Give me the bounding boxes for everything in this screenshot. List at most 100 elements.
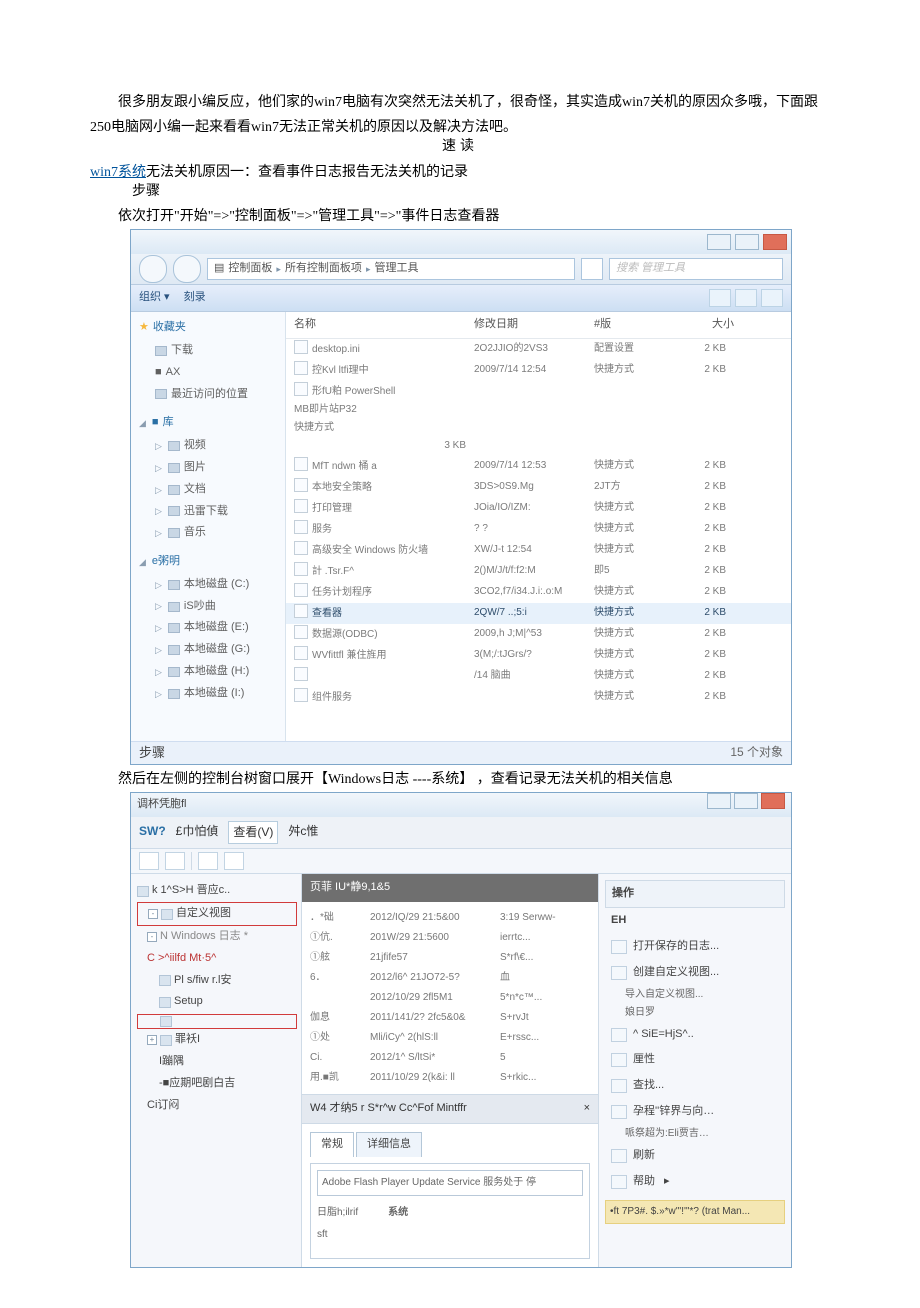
sidebar-drive[interactable]: ▷本地磁盘 (E:) <box>137 617 285 639</box>
toolbar-icon[interactable] <box>224 852 244 870</box>
close-icon[interactable]: × <box>584 1099 590 1119</box>
tree-item[interactable]: Ci订闷 <box>137 1095 297 1117</box>
menu-view[interactable]: 查看(V) <box>228 821 278 845</box>
action-open-saved-log[interactable]: 打开保存的日志... <box>605 934 785 960</box>
table-row[interactable]: 高级安全 Windows 防火墙XW/J-t 12:54快捷方式2 KB <box>286 540 791 561</box>
organize-button[interactable]: 组织 ▾ <box>139 288 170 308</box>
sidebar-item[interactable]: 最近访问的位置 <box>137 384 285 406</box>
breadcrumb-1[interactable]: 控制面板 <box>228 259 272 279</box>
file-list: 名称 修改日期 #版 大小 desktop.ini2O2JJIO的2VS3配置设… <box>286 312 791 741</box>
tree-item[interactable]: I蹦隅 <box>137 1051 297 1073</box>
table-row[interactable]: desktop.ini2O2JJIO的2VS3配置设置2 KB <box>286 339 791 360</box>
list-item[interactable]: ①处Mli/iCy^ 2(hlS:llE+rssc... <box>310 1028 590 1048</box>
maximize-button[interactable] <box>734 793 758 809</box>
sidebar-item[interactable]: ▷迅雷下载 <box>137 501 285 523</box>
close-button[interactable] <box>761 793 785 809</box>
tree-item[interactable]: +罪袄I <box>137 1029 297 1051</box>
action-clear-log[interactable]: 娘日罗 <box>605 1004 785 1022</box>
breadcrumb-3[interactable]: 管理工具 <box>374 259 418 279</box>
sidebar-item[interactable]: ▷图片 <box>137 457 285 479</box>
sidebar-item[interactable]: 下载 <box>137 340 285 362</box>
detail-message: Adobe Flash Player Update Service 服务处于 停 <box>317 1170 583 1196</box>
toolbar-icon[interactable] <box>165 852 185 870</box>
list-item[interactable]: 2012/10/29 2fl5M15*n*c™... <box>310 988 590 1008</box>
tree-windows-logs[interactable]: -N Windows 日志 * <box>137 926 297 948</box>
tree-root[interactable]: k 1^S>H 晋应c.. <box>137 880 297 902</box>
table-row[interactable]: 任务计划程序3CO2,f7/i34.J.i:.o:M快捷方式2 KB <box>286 582 791 603</box>
back-button[interactable] <box>139 255 167 283</box>
sidebar-drive[interactable]: ▷本地磁盘 (G:) <box>137 639 285 661</box>
table-row[interactable]: 查看器2QW/7 ..;5:i快捷方式2 KB <box>286 603 791 624</box>
action-properties[interactable]: 厘性 <box>605 1047 785 1073</box>
table-row[interactable]: MfT ndwn 桶 a2009/7/14 12:53快捷方式2 KB <box>286 456 791 477</box>
help-icon <box>611 1175 627 1189</box>
close-button[interactable] <box>763 234 787 250</box>
action-create-view[interactable]: 创建自定义视图... <box>605 960 785 986</box>
search-input[interactable]: 搜索 管理工具 <box>609 258 783 280</box>
action-help[interactable]: 帮助 ▸ <box>605 1169 785 1195</box>
burn-button[interactable]: 刻录 <box>184 288 206 308</box>
address-bar[interactable]: ▤ 控制面板 ▸ 所有控制面板项 ▸ 管理工具 <box>207 258 575 280</box>
sidebar-drive[interactable]: ▷本地磁盘 (H:) <box>137 661 285 683</box>
menu-item[interactable]: SW? <box>139 821 166 845</box>
sidebar-drive[interactable]: ▷本地磁盘 (I:) <box>137 683 285 705</box>
list-item[interactable]: Ci.2012/1^ S/ltSi*5 <box>310 1048 590 1068</box>
action-attach-task[interactable]: 孕程''锌界与向… <box>605 1099 785 1125</box>
list-item[interactable]: 6．2012/l6^ 21JO72-5?血 <box>310 968 590 988</box>
sidebar-drive[interactable]: ▷本地磁盘 (C:) <box>137 574 285 596</box>
tab-general[interactable]: 常规 <box>310 1132 354 1157</box>
tree-custom-views[interactable]: -自定义视图 <box>137 902 297 926</box>
toolbar-icon[interactable] <box>198 852 218 870</box>
sidebar-favorites[interactable]: ★收藏夹 <box>137 316 285 340</box>
sidebar-item[interactable]: ▷文档 <box>137 479 285 501</box>
table-row[interactable]: /14 脑曲快捷方式2 KB <box>286 666 791 687</box>
sidebar-item[interactable]: ▷视频 <box>137 435 285 457</box>
action-save-as[interactable]: 哌祭超为:Eli贾吉… <box>605 1125 785 1143</box>
menu-item[interactable]: £巾怕偵 <box>176 821 219 845</box>
action-find[interactable]: 查找... <box>605 1073 785 1099</box>
event-list[interactable]: ．*础2012/IQ/29 21:5&003:19 Serww-①伉.201W/… <box>302 902 598 1094</box>
forward-button[interactable] <box>173 255 201 283</box>
tree-item-system[interactable] <box>137 1014 297 1029</box>
tab-details[interactable]: 详细信息 <box>356 1132 422 1157</box>
help-button[interactable] <box>761 289 783 307</box>
sidebar-libraries[interactable]: ◢■ 库 <box>137 411 285 435</box>
tree-item-setup[interactable]: Setup <box>137 991 297 1013</box>
breadcrumb-2[interactable]: 所有控制面板项 <box>285 259 362 279</box>
table-row[interactable]: 形fU粕 PowerShellMB即片站P32快捷方式3 KB <box>286 381 791 456</box>
list-item[interactable]: 用.■凯2011/10/29 2(k&i: llS+rkic... <box>310 1068 590 1088</box>
tree-item[interactable]: Pl s/fiw r.l安 <box>137 970 297 992</box>
column-headers[interactable]: 名称 修改日期 #版 大小 <box>286 312 791 339</box>
table-row[interactable]: 打印管理JOia/IO/IZM:快捷方式2 KB <box>286 498 791 519</box>
sidebar-computer[interactable]: ◢e粥明 <box>137 550 285 574</box>
list-item[interactable]: ．*础2012/IQ/29 21:5&003:19 Serww- <box>310 908 590 928</box>
view-button[interactable] <box>709 289 731 307</box>
actions-subhead: EH <box>605 908 785 934</box>
sidebar-item[interactable]: ▷音乐 <box>137 522 285 544</box>
preview-button[interactable] <box>735 289 757 307</box>
list-item[interactable]: 伽息2011/141/2? 2fc5&0&S+rvJt <box>310 1008 590 1028</box>
action-highlight[interactable]: •ft 7P3#. $.»*w'"!'"*? (trat Man... <box>605 1200 785 1224</box>
action-filter[interactable]: ^ SiE=HjS^.. <box>605 1022 785 1048</box>
table-row[interactable]: 服务? ?快捷方式2 KB <box>286 519 791 540</box>
table-row[interactable]: 本地安全策略3DS>0S9.Mg2JT方2 KB <box>286 477 791 498</box>
action-import-view[interactable]: 导入自定义视图... <box>605 986 785 1004</box>
win7-system-link[interactable]: win7系统 <box>90 165 146 180</box>
table-row[interactable]: 组件服务快捷方式2 KB <box>286 687 791 708</box>
minimize-button[interactable] <box>707 793 731 809</box>
maximize-button[interactable] <box>735 234 759 250</box>
table-row[interactable]: 控Kvl ltfi理中2009/7/14 12:54快捷方式2 KB <box>286 360 791 381</box>
action-refresh[interactable]: 刷新 <box>605 1143 785 1169</box>
sidebar-drive[interactable]: ▷iS吵曲 <box>137 596 285 618</box>
menu-item[interactable]: 舛c惟 <box>288 821 318 845</box>
table-row[interactable]: 計 .Tsr.F^2()M/J/t/f:f2:M即52 KB <box>286 561 791 582</box>
list-item[interactable]: ①舷 21jfife57S*rf\€... <box>310 948 590 968</box>
table-row[interactable]: WVfittfl 兼住旌用3(M;/:tJGrs/?快捷方式2 KB <box>286 645 791 666</box>
refresh-button[interactable] <box>581 258 603 280</box>
toolbar-icon[interactable] <box>139 852 159 870</box>
list-item[interactable]: ①伉.201W/29 21:5600ierrtc... <box>310 928 590 948</box>
tree-item[interactable]: -■应期吧剧白吉 <box>137 1073 297 1095</box>
sidebar-item[interactable]: ■ AX <box>137 362 285 384</box>
minimize-button[interactable] <box>707 234 731 250</box>
table-row[interactable]: 数据源(ODBC)2009,h J;M|^53快捷方式2 KB <box>286 624 791 645</box>
